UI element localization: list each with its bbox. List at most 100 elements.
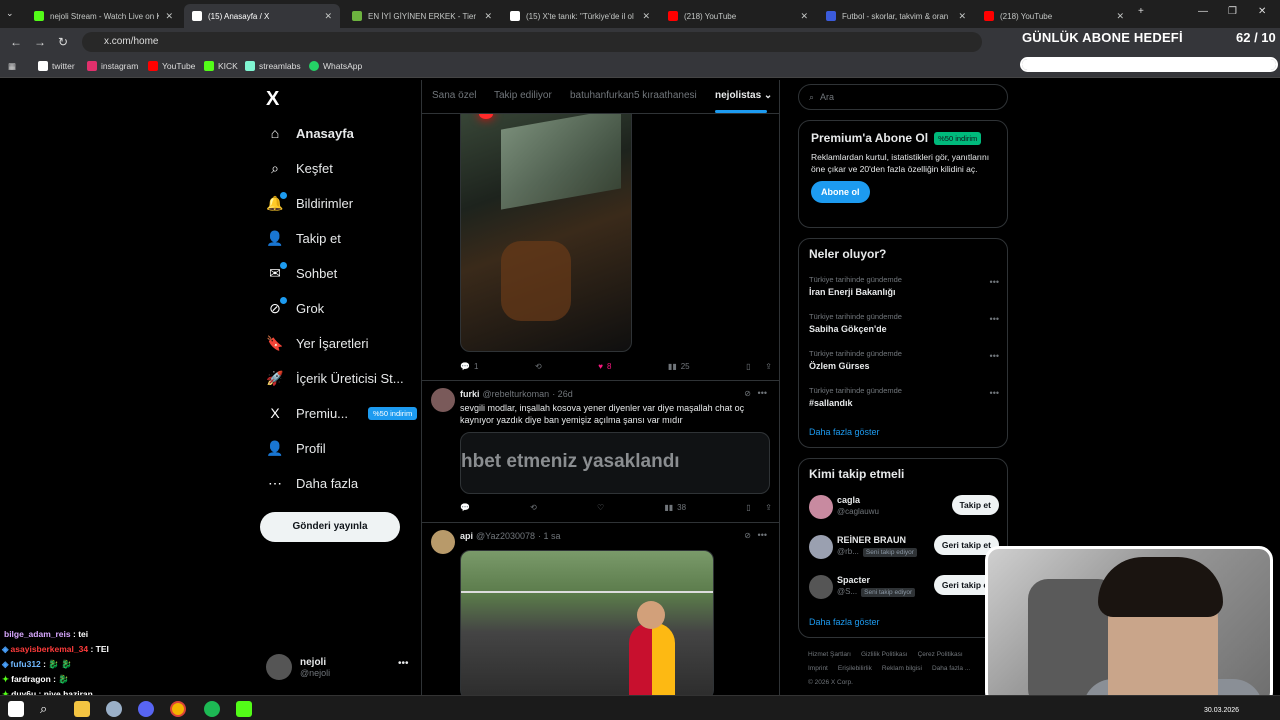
bookmark-twitter[interactable]: twitter	[38, 61, 75, 71]
apps-icon[interactable]: ▦	[8, 61, 16, 72]
trend-item[interactable]: Türkiye tarihinde gündemde Özlem Gürses …	[809, 349, 999, 371]
close-icon[interactable]: ✕	[800, 11, 808, 22]
follow-suggestion[interactable]: Spacter @S... Seni takip ediyor Geri taki…	[809, 573, 999, 603]
search-input[interactable]: ⌕ Ara	[798, 84, 1008, 110]
search-icon[interactable]: ⌕	[40, 701, 56, 717]
quoted-media[interactable]: hbet etmeniz yasaklandı	[460, 432, 770, 494]
post-button[interactable]: Gönderi yayınla	[260, 512, 400, 542]
premium-card: Premium'a Abone Ol %50 indirim Reklamlar…	[798, 120, 1008, 228]
subscribe-button[interactable]: Abone ol	[811, 181, 870, 203]
nav-follow[interactable]: 👤 Takip et	[266, 230, 341, 247]
views-button[interactable]: ▮▮ 38	[664, 503, 686, 512]
avatar[interactable]	[431, 388, 455, 412]
more-icon[interactable]: •••	[990, 314, 999, 324]
chat-dot	[280, 262, 287, 269]
reply-button[interactable]: 💬 1	[460, 362, 478, 371]
app-icon[interactable]	[106, 701, 122, 717]
forward-icon[interactable]: →	[34, 35, 46, 49]
back-icon[interactable]: ←	[10, 35, 22, 49]
repost-button[interactable]: ⟲	[530, 503, 537, 512]
follow-suggestion[interactable]: cagla @caglauwu Takip et	[809, 493, 999, 523]
post-media[interactable]	[460, 550, 714, 695]
bookmark-icon[interactable]: ▯	[746, 362, 750, 371]
kick-icon[interactable]	[236, 701, 252, 717]
follow-show-more[interactable]: Daha fazla göster	[809, 617, 880, 627]
start-icon[interactable]	[8, 701, 24, 717]
tab-list[interactable]: batuhanfurkan5 kıraathanesi	[570, 90, 697, 101]
explorer-icon[interactable]	[74, 701, 90, 717]
browser-tab[interactable]: EN İYİ GİYİNEN ERKEK - Tier Li ✕	[344, 4, 500, 28]
minimize-button[interactable]: —	[1198, 6, 1208, 17]
nav-bookmarks[interactable]: 🔖 Yer İşaretleri	[266, 335, 368, 352]
bookmark-instagram[interactable]: instagram	[87, 61, 138, 71]
badge-icon: ◈	[2, 659, 9, 669]
nav-grok[interactable]: ⊘ Grok	[266, 297, 324, 317]
more-icon[interactable]: •••	[990, 351, 999, 361]
profile-icon: 👤	[266, 440, 284, 456]
trends-title: Neler oluyor?	[809, 247, 887, 261]
post-media[interactable]	[460, 100, 632, 352]
reply-button[interactable]: 💬	[460, 503, 470, 512]
avatar[interactable]	[431, 530, 455, 554]
tab-nejolistas[interactable]: nejolistas ⌄	[715, 90, 772, 101]
bookmark-streamlabs[interactable]: streamlabs	[245, 61, 301, 71]
x-logo[interactable]: X	[266, 88, 279, 111]
bookmark-whatsapp[interactable]: WhatsApp	[309, 61, 362, 71]
browser-tab[interactable]: (218) YouTube ✕	[660, 4, 816, 28]
trend-item[interactable]: Türkiye tarihinde gündemde İran Enerji B…	[809, 275, 999, 297]
views-button[interactable]: ▮▮ 25	[668, 362, 690, 371]
close-icon[interactable]: ✕	[1116, 11, 1124, 22]
like-button[interactable]: ♥ 8	[598, 362, 611, 371]
share-icon[interactable]: ⇪	[765, 503, 772, 512]
browser-tab[interactable]: (218) YouTube ✕	[976, 4, 1132, 28]
bookmark-icon[interactable]: ▯	[746, 503, 750, 512]
grok-icon[interactable]: ⊘	[744, 531, 751, 540]
follow-suggestion[interactable]: REİNER BRAUN @rb... Seni takip ediyor Ger…	[809, 533, 999, 563]
bookmark-icon: 🔖	[266, 335, 284, 351]
nav-chat[interactable]: ✉ Sohbet	[266, 262, 337, 282]
browser-tab[interactable]: nejoli Stream - Watch Live on K ✕	[26, 4, 181, 28]
browser-tab[interactable]: Futbol - skorlar, takvim & oran ✕	[818, 4, 974, 28]
tab-list-button[interactable]: ⌄	[6, 8, 14, 19]
close-icon[interactable]: ✕	[958, 11, 966, 22]
nav-explore[interactable]: ⌕ Keşfet	[266, 160, 333, 177]
nav-notifications[interactable]: 🔔 Bildirimler	[266, 192, 353, 212]
url-input[interactable]: x.com/home	[82, 32, 982, 52]
more-icon[interactable]: •••	[758, 530, 767, 540]
nav-premium[interactable]: X Premiu... %50 indirim	[266, 405, 418, 421]
bookmark-youtube[interactable]: YouTube	[148, 61, 195, 71]
nav-more[interactable]: ⋯ Daha fazla	[266, 475, 358, 492]
chrome-icon[interactable]	[170, 701, 186, 717]
tab-for-you[interactable]: Sana özel	[432, 90, 476, 101]
grok-icon[interactable]: ⊘	[744, 389, 751, 398]
close-icon[interactable]: ✕	[642, 11, 650, 22]
window-close-button[interactable]: ✕	[1258, 6, 1266, 17]
discord-icon[interactable]	[138, 701, 154, 717]
more-icon[interactable]: •••	[990, 388, 999, 398]
repost-button[interactable]: ⟲	[535, 362, 542, 371]
trends-show-more[interactable]: Daha fazla göster	[809, 427, 880, 437]
account-switcher[interactable]: nejoli @nejoli	[266, 654, 330, 680]
more-icon[interactable]: •••	[758, 388, 767, 398]
maximize-button[interactable]: ❐	[1228, 6, 1237, 17]
browser-tab-active[interactable]: (15) Anasayfa / X ✕	[184, 4, 340, 28]
nav-creator-studio[interactable]: 🚀 İçerik Üreticisi St...	[266, 370, 403, 387]
tab-following[interactable]: Takip ediliyor	[494, 90, 552, 101]
bookmark-kick[interactable]: KICK	[204, 61, 238, 71]
like-button[interactable]: ♡	[597, 503, 604, 512]
nav-profile[interactable]: 👤 Profil	[266, 440, 325, 457]
more-icon[interactable]: •••	[990, 277, 999, 287]
trend-item[interactable]: Türkiye tarihinde gündemde #sallandık ••…	[809, 386, 999, 408]
more-icon[interactable]: •••	[398, 658, 409, 669]
close-icon[interactable]: ✕	[324, 11, 332, 22]
close-icon[interactable]: ✕	[484, 11, 492, 22]
browser-tab[interactable]: (15) X'te tanık: "Türkiye'de il ol ✕	[502, 4, 658, 28]
nav-home[interactable]: ⌂ Anasayfa	[266, 125, 354, 141]
close-icon[interactable]: ✕	[165, 11, 173, 22]
follow-button[interactable]: Takip et	[951, 495, 999, 515]
reload-icon[interactable]: ↻	[58, 35, 68, 49]
spotify-icon[interactable]	[204, 701, 220, 717]
new-tab-button[interactable]: +	[1138, 6, 1144, 17]
share-icon[interactable]: ⇪	[765, 362, 772, 371]
trend-item[interactable]: Türkiye tarihinde gündemde Sabiha Gökçen…	[809, 312, 999, 334]
